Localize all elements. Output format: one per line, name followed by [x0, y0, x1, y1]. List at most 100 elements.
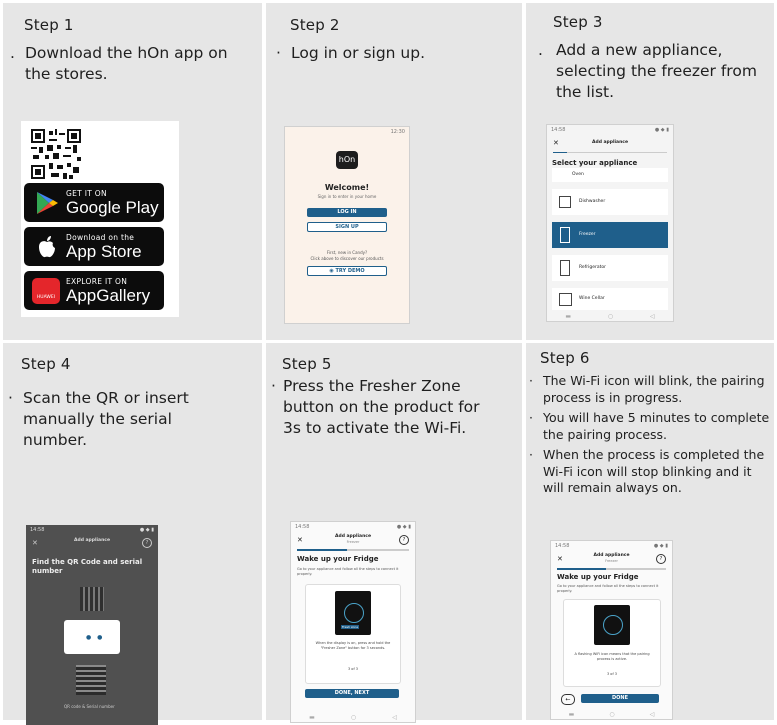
badge-large-text: AppGallery: [66, 286, 151, 305]
step-title: Step 1: [24, 16, 74, 34]
screen-subheader: Freezer: [346, 540, 360, 544]
step-title: Step 5: [282, 355, 332, 373]
screen-subheader: Freezer: [605, 559, 618, 563]
back-button[interactable]: ←: [561, 694, 575, 705]
phone-wake-up-fridge: 14:58 ● ◆ ▮ ✕ Add appliance Freezer ? Wak…: [290, 521, 416, 723]
badge-large-text: App Store: [66, 242, 142, 261]
hon-logo: hOn: [336, 151, 358, 169]
step-instructions: · The Wi-Fi icon will blink, the pairing …: [529, 373, 773, 501]
screen-description: Go to your appliance and follow all the …: [557, 584, 659, 593]
fridge-display-image: Fresh zone: [335, 591, 371, 635]
badge-small-text: Download on the: [66, 233, 135, 242]
card-text: When the display is on, press and hold t…: [315, 641, 391, 650]
phone-scan-qr: 14:58 ● ◆ ▮ ✕ Add appliance ? Find the QR…: [26, 525, 158, 725]
step-instructions: . Download the hOn app on the stores.: [10, 43, 240, 85]
instruction: . Add a new appliance, selecting the free…: [538, 41, 757, 101]
step-title: Step 2: [290, 16, 340, 34]
step-panel-6: Step 6 · The Wi-Fi icon will blink, the p…: [526, 343, 774, 720]
step-panel-5: Step 5 · Press the Fresher Zone button on…: [266, 343, 522, 723]
progress-bar: [557, 568, 666, 570]
loading-dialog: ● ●: [64, 620, 120, 654]
card-text: A flashing WiFi icon means that the pair…: [574, 652, 650, 661]
refrigerator-icon: [560, 260, 570, 276]
done-button[interactable]: DONE: [581, 694, 659, 703]
welcome-title: Welcome!: [324, 183, 370, 192]
screen-header: Add appliance: [593, 553, 630, 558]
signup-button[interactable]: SIGN UP: [307, 222, 387, 232]
step-panel-2: Step 2 · Log in or sign up. 12:30 hOn Wel…: [266, 3, 522, 340]
done-next-button[interactable]: DONE, NEXT: [305, 689, 399, 698]
screen-description: Go to your appliance and follow all the …: [297, 567, 399, 576]
step-panel-3: Step 3 . Add a new appliance, selecting t…: [526, 3, 774, 340]
badge-small-text: GET IT ON: [66, 189, 107, 198]
list-item[interactable]: Refrigerator: [552, 255, 668, 281]
screen-title: Select your appliance: [552, 159, 638, 167]
instruction: · Scan the QR or insert manually the seri…: [8, 389, 189, 449]
step-panel-4: Step 4 · Scan the QR or insert manually t…: [3, 343, 262, 725]
instruction: · You will have 5 minutes to complete the…: [529, 410, 770, 442]
step-title: Step 3: [553, 13, 603, 31]
screen-title: Wake up your Fridge: [557, 573, 639, 581]
qr-code: [31, 129, 81, 179]
app-gallery-badge[interactable]: HUAWEI EXPLORE IT ON AppGallery: [24, 271, 164, 310]
apple-icon: [39, 236, 55, 258]
list-item-selected[interactable]: Freezer: [552, 222, 668, 248]
help-icon[interactable]: ?: [142, 538, 152, 548]
badge-small-text: EXPLORE IT ON: [66, 277, 128, 286]
screen-title: Wake up your Fridge: [297, 555, 379, 563]
qr-large: [76, 665, 106, 695]
help-icon[interactable]: ?: [399, 535, 409, 545]
instruction: · Log in or sign up.: [276, 44, 426, 62]
instruction: · When the process is completed the Wi-Fi…: [529, 447, 765, 495]
screen-header: Add appliance: [591, 140, 628, 145]
step-instructions: · Press the Fresher Zone button on the pr…: [271, 376, 481, 439]
step-title: Step 4: [21, 355, 71, 373]
instruction: · The Wi-Fi icon will blink, the pairing …: [529, 373, 765, 405]
list-item[interactable]: Dishwasher: [552, 189, 668, 215]
wifi-icon: [603, 615, 623, 635]
screen-header: Add appliance: [334, 534, 371, 539]
phone-select-appliance: 14:58 ● ◆ ▮ ✕ Add appliance Select your a…: [546, 124, 674, 322]
list-item[interactable]: Wine Cellar: [552, 288, 668, 310]
huawei-icon: HUAWEI: [32, 278, 60, 304]
step-title: Step 6: [540, 349, 590, 367]
step-instructions: · Log in or sign up.: [276, 43, 506, 64]
page-indicator: 3 of 3: [606, 672, 618, 676]
google-play-badge[interactable]: GET IT ON Google Play: [24, 183, 164, 222]
list-item[interactable]: Oven: [552, 168, 668, 182]
phone-login-screen: 12:30 hOn Welcome! Sign in to enter in y…: [284, 126, 410, 324]
try-demo-button[interactable]: ◉ TRY DEMO: [307, 266, 387, 276]
instruction-card: Fresh zone When the display is on, press…: [305, 584, 401, 684]
loading-icon: ● ●: [86, 634, 105, 641]
step-instructions: · Scan the QR or insert manually the seri…: [8, 388, 236, 451]
badge-large-text: Google Play: [66, 198, 159, 217]
screen-header: Add appliance: [73, 538, 110, 543]
login-button[interactable]: LOG IN: [307, 208, 387, 217]
app-store-badge[interactable]: Download on the App Store: [24, 227, 164, 266]
help-icon[interactable]: ?: [656, 554, 666, 564]
page-indicator: 3 of 3: [347, 667, 359, 671]
huawei-brand: HUAWEI: [36, 295, 56, 300]
button-ring: [344, 603, 364, 623]
freezer-icon: [560, 227, 570, 243]
wine-cellar-icon: [559, 293, 572, 306]
dishwasher-icon: [559, 196, 571, 208]
instruction-card: A flashing WiFi icon means that the pair…: [563, 599, 661, 687]
instruction: · Press the Fresher Zone button on the pr…: [271, 377, 480, 437]
qr-small: [80, 587, 104, 611]
progress-bar: [297, 549, 409, 551]
step-panel-1: Step 1 . Download the hOn app on the stor…: [3, 3, 262, 340]
google-play-icon: [37, 192, 58, 214]
instruction: . Download the hOn app on the stores.: [10, 44, 228, 83]
fridge-display-image: [594, 605, 630, 645]
welcome-subtitle: Sign in to enter in your home: [317, 194, 377, 199]
progress-bar: [553, 152, 667, 153]
step-instructions: . Add a new appliance, selecting the free…: [538, 40, 760, 103]
discover-text: Click above to discover our products: [310, 256, 384, 261]
phone-pairing: 14:58 ● ◆ ▮ ✕ Add appliance Freezer ? Wak…: [550, 540, 673, 720]
qr-hint: QR code & Serial number: [64, 704, 115, 709]
first-text: First, new in Candy?: [326, 250, 368, 255]
fresh-zone-chip: Fresh zone: [341, 625, 360, 629]
screen-title: Find the QR Code and serial number: [32, 558, 143, 575]
status-time: 12:30: [390, 129, 405, 135]
